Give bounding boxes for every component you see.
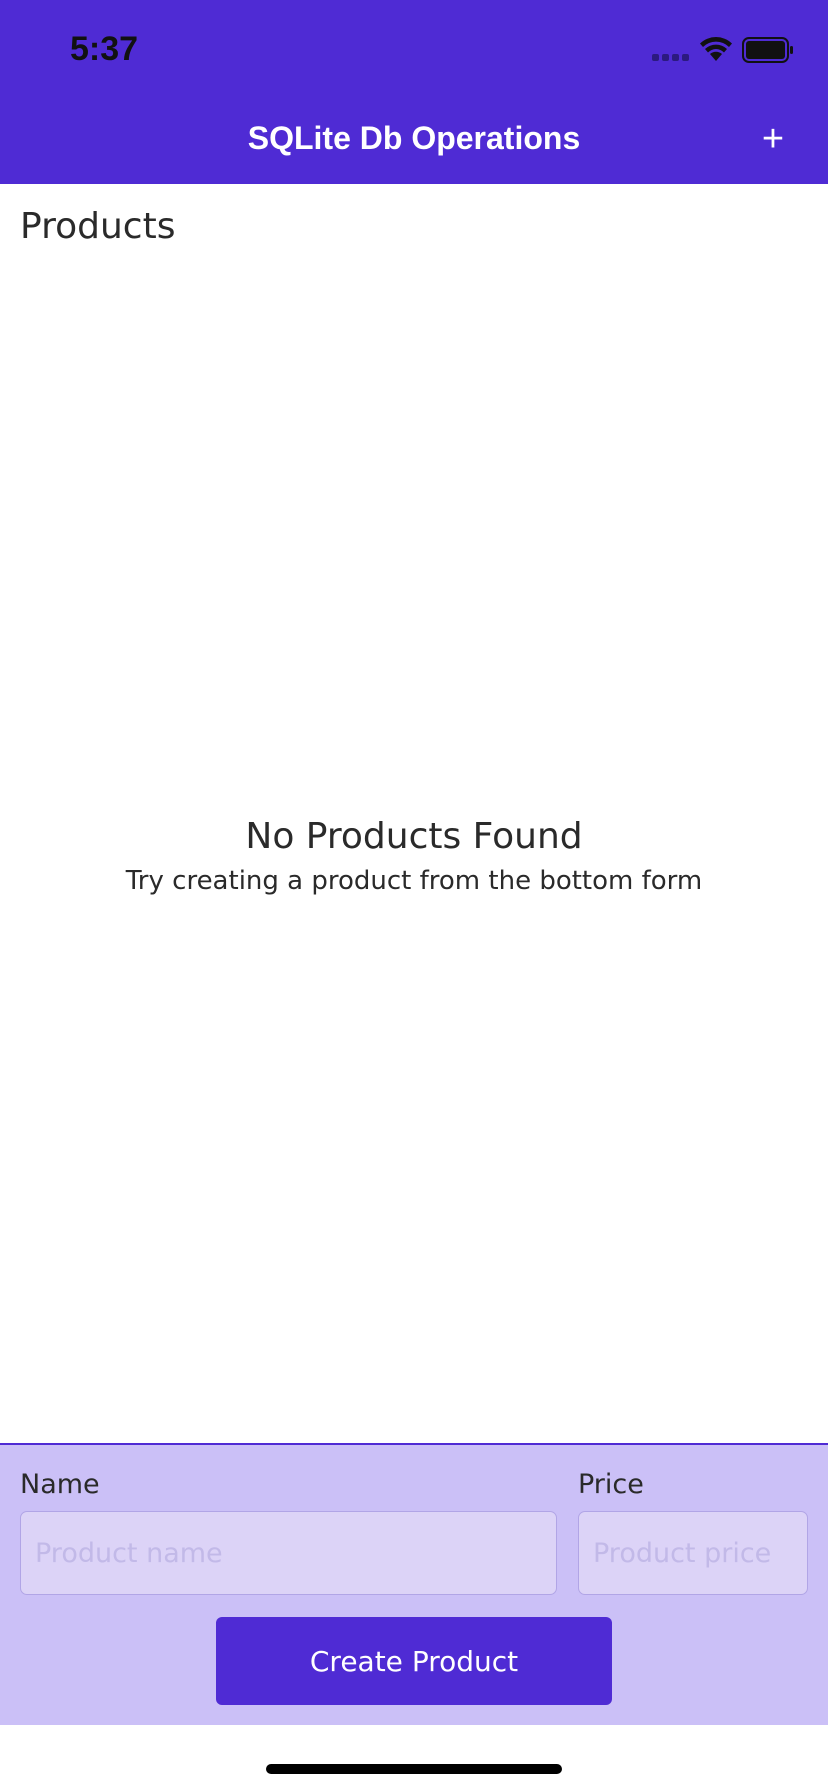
wifi-icon (700, 37, 732, 61)
navigation-bar: SQLite Db Operations + (0, 100, 828, 184)
price-label: Price (578, 1469, 644, 1500)
empty-state-subtitle: Try creating a product from the bottom f… (125, 866, 703, 896)
status-bar: 5:37 (0, 0, 828, 100)
add-product-button[interactable]: + (748, 114, 798, 164)
empty-state-title: No Products Found (245, 816, 583, 857)
battery-icon (742, 37, 793, 63)
products-section-title: Products (20, 206, 176, 247)
product-price-input[interactable] (578, 1511, 808, 1595)
cellular-signal-icon (652, 54, 692, 62)
create-product-button[interactable]: Create Product (216, 1617, 612, 1705)
home-indicator (266, 1764, 562, 1774)
create-product-form: Name Price Create Product (0, 1443, 828, 1725)
page-title: SQLite Db Operations (247, 120, 581, 156)
status-time: 5:37 (70, 30, 139, 68)
product-name-input[interactable] (20, 1511, 557, 1595)
name-label: Name (20, 1469, 100, 1500)
